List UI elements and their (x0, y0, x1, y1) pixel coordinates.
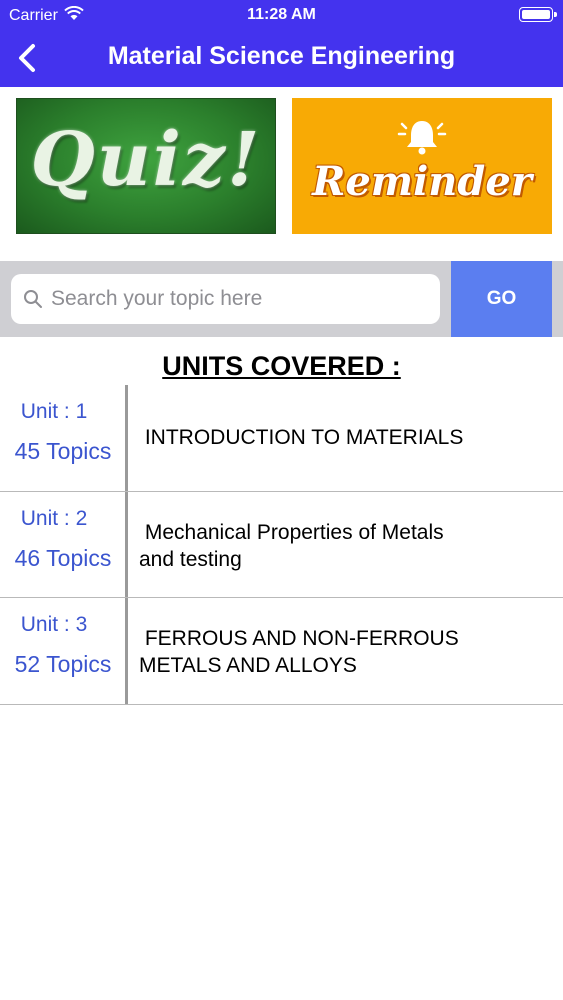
search-input[interactable] (51, 274, 431, 324)
unit-row-3[interactable]: Unit : 3 52 Topics FERROUS AND NON-FERRO… (0, 598, 563, 705)
unit-info: Unit : 2 46 Topics (0, 492, 126, 598)
unit-title: Mechanical Properties of Metals and test… (139, 520, 444, 571)
unit-number: Unit : 3 (20, 613, 88, 636)
search-icon (24, 290, 42, 308)
battery-icon (519, 7, 557, 22)
divider (125, 491, 128, 597)
reminder-banner[interactable]: Reminder (292, 98, 552, 234)
unit-row-2[interactable]: Unit : 2 46 Topics Mechanical Properties… (0, 491, 563, 598)
unit-topic-count: 45 Topics (14, 438, 112, 464)
unit-info: Unit : 1 45 Topics (0, 385, 126, 491)
nav-bar: Material Science Engineering (0, 30, 563, 87)
units-list: Unit : 1 45 Topics INTRODUCTION TO MATER… (0, 385, 563, 705)
units-heading: UNITS COVERED : (162, 351, 401, 381)
go-button[interactable]: GO (451, 261, 552, 337)
search-bar: GO (0, 261, 563, 337)
status-bar: Carrier 11:28 AM (0, 0, 563, 30)
bell-icon (397, 121, 447, 155)
status-time: 11:28 AM (247, 6, 316, 23)
unit-topic-count: 46 Topics (14, 544, 112, 571)
unit-row-1[interactable]: Unit : 1 45 Topics INTRODUCTION TO MATER… (0, 385, 563, 492)
unit-number: Unit : 2 (20, 506, 88, 530)
quiz-banner-text: Quiz! (30, 117, 262, 203)
unit-number: Unit : 1 (20, 400, 88, 423)
unit-title: FERROUS AND NON-FERROUS METALS AND ALLOY… (139, 627, 459, 677)
page-title: Material Science Engineering (107, 42, 456, 70)
unit-info: Unit : 3 52 Topics (0, 598, 126, 704)
unit-topic-count: 52 Topics (14, 651, 112, 677)
divider (125, 385, 128, 491)
reminder-banner-text: Reminder (312, 158, 532, 205)
divider (125, 598, 128, 704)
quiz-banner[interactable]: Quiz! (16, 98, 276, 234)
unit-title: INTRODUCTION TO MATERIALS (139, 426, 464, 449)
search-box[interactable] (11, 274, 440, 324)
